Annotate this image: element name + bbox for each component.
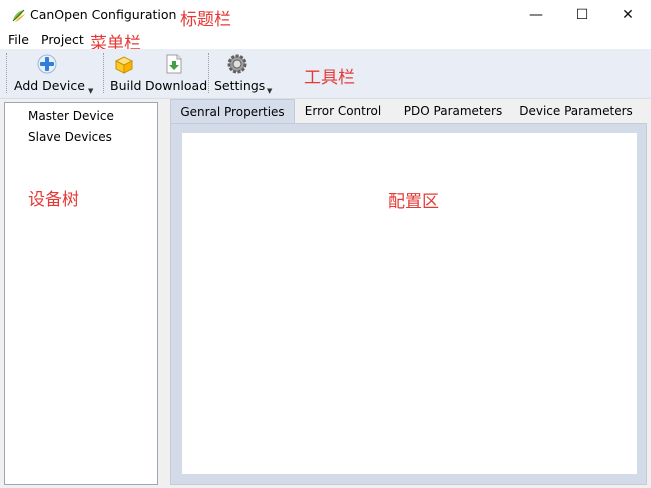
config-content	[182, 133, 637, 474]
add-device-dropdown-arrow[interactable]: ▼	[88, 87, 93, 95]
tab-label: Genral Properties	[180, 105, 285, 119]
title-bar: CanOpen Configuration — ☐ ✕	[0, 0, 651, 30]
tab-device-parameters[interactable]: Device Parameters	[518, 99, 634, 122]
settings-label: Settings	[214, 78, 266, 93]
toolbar-separator	[103, 53, 105, 93]
window-title: CanOpen Configuration	[30, 7, 177, 22]
config-area: Genral Properties Error Control PDO Para…	[170, 99, 647, 485]
tab-panel	[170, 123, 647, 485]
gear-icon	[227, 54, 247, 74]
download-icon	[166, 54, 182, 74]
build-box-icon	[114, 56, 134, 74]
tab-label: Device Parameters	[519, 104, 633, 118]
settings-dropdown-arrow[interactable]: ▼	[267, 87, 272, 95]
menu-file[interactable]: File	[8, 32, 29, 47]
annotation-device-tree: 设备树	[28, 190, 79, 210]
close-button[interactable]: ✕	[605, 0, 651, 30]
download-button[interactable]: Download	[144, 51, 208, 95]
tab-pdo-parameters[interactable]: PDO Parameters	[398, 99, 508, 122]
close-icon: ✕	[622, 7, 634, 23]
toolbar-grip	[6, 53, 8, 93]
tab-error-control[interactable]: Error Control	[298, 99, 388, 122]
app-logo-icon	[12, 9, 25, 22]
minimize-button[interactable]: —	[513, 0, 559, 30]
tab-label: PDO Parameters	[403, 104, 503, 118]
annotation-title-bar: 标题栏	[180, 10, 231, 30]
tree-item-slave-devices[interactable]: Slave Devices	[28, 130, 112, 144]
build-label: Build	[110, 78, 142, 93]
download-label: Download	[145, 78, 208, 93]
tree-item-master-device[interactable]: Master Device	[28, 109, 114, 123]
minimize-icon: —	[529, 7, 543, 23]
add-device-label: Add Device	[14, 78, 85, 93]
settings-button[interactable]: Settings ▼	[213, 51, 277, 95]
annotation-config-area: 配置区	[388, 192, 439, 212]
add-device-icon	[37, 54, 57, 74]
maximize-icon: ☐	[575, 7, 589, 23]
toolbar-separator	[208, 53, 210, 93]
add-device-button[interactable]: Add Device ▼	[12, 51, 96, 95]
device-tree: Master Device Slave Devices	[4, 102, 158, 485]
annotation-toolbar: 工具栏	[304, 68, 355, 88]
tab-strip: Genral Properties Error Control PDO Para…	[170, 99, 647, 124]
menu-project[interactable]: Project	[41, 32, 84, 47]
build-button[interactable]: Build	[108, 51, 142, 95]
maximize-button[interactable]: ☐	[559, 0, 605, 30]
tab-general-properties[interactable]: Genral Properties	[170, 99, 295, 124]
tab-label: Error Control	[304, 104, 382, 118]
